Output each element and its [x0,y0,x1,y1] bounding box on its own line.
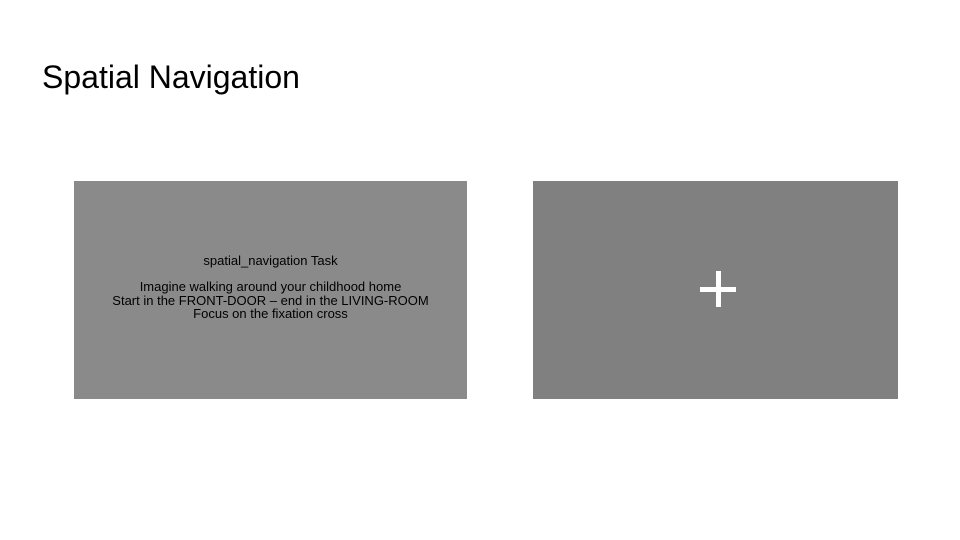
task-name: spatial_navigation Task [203,252,338,268]
fixation-cross-icon [700,271,736,307]
task-instruction-screen: spatial_navigation Task Imagine walking … [74,181,467,399]
instruction-line-2: Start in the FRONT-DOOR – end in the LIV… [112,292,429,308]
fixation-screen [533,181,898,399]
instruction-line-1: Imagine walking around your childhood ho… [139,279,402,294]
cross-vertical-bar [716,271,721,307]
instruction-line-3: Focus on the fixation cross [193,306,348,321]
slide-title: Spatial Navigation [42,59,300,95]
